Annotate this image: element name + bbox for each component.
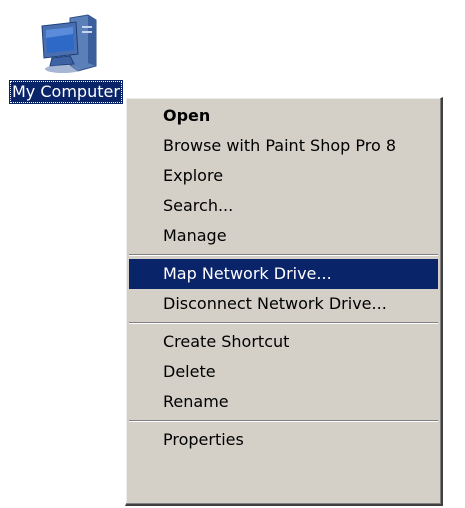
menu-item-rename[interactable]: Rename <box>129 387 438 417</box>
menu-separator <box>129 254 438 256</box>
menu-item-delete[interactable]: Delete <box>129 357 438 387</box>
menu-item-disconnect-network-drive[interactable]: Disconnect Network Drive... <box>129 289 438 319</box>
menu-item-open[interactable]: Open <box>129 101 438 131</box>
my-computer-desktop-icon[interactable]: My Computer <box>0 0 140 110</box>
menu-item-map-network-drive[interactable]: Map Network Drive... <box>129 259 438 289</box>
my-computer-label: My Computer <box>9 80 123 104</box>
menu-item-explore[interactable]: Explore <box>129 161 438 191</box>
computer-icon <box>41 14 97 73</box>
menu-item-search[interactable]: Search... <box>129 191 438 221</box>
context-menu: Open Browse with Paint Shop Pro 8 Explore S… <box>125 97 443 506</box>
menu-item-properties[interactable]: Properties <box>129 425 438 455</box>
menu-separator <box>129 322 438 324</box>
menu-separator <box>129 420 438 422</box>
menu-item-browse-with-paint-shop-pro-8[interactable]: Browse with Paint Shop Pro 8 <box>129 131 438 161</box>
menu-item-create-shortcut[interactable]: Create Shortcut <box>129 327 438 357</box>
menu-item-manage[interactable]: Manage <box>129 221 438 251</box>
